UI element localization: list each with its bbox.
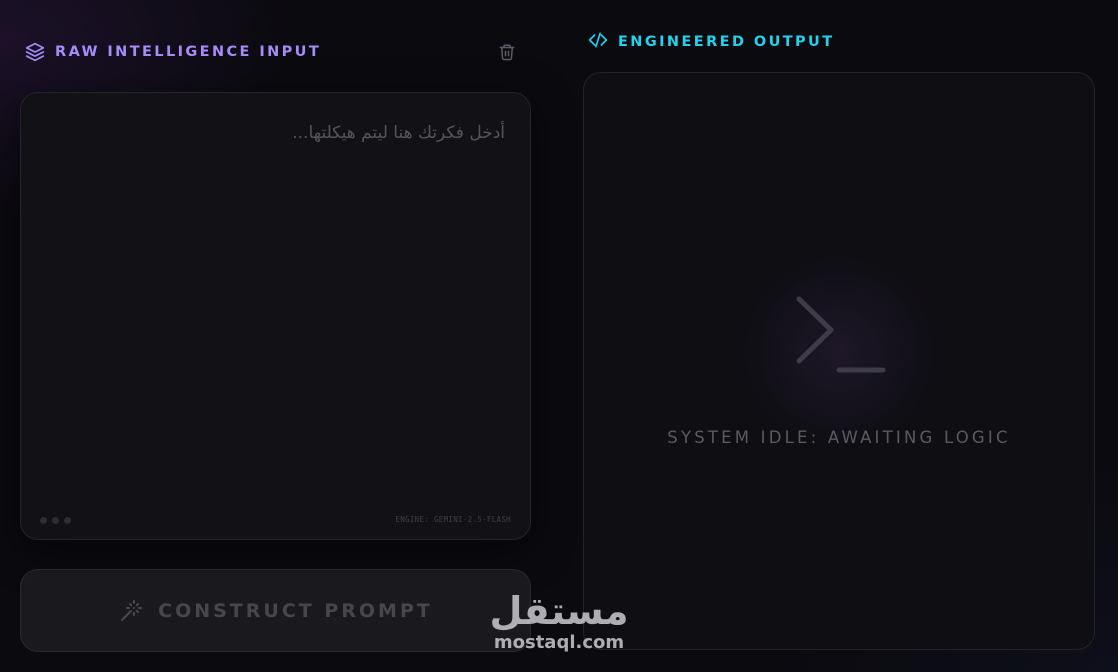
output-panel-title: ENGINEERED OUTPUT bbox=[618, 34, 835, 50]
watermark-arabic: مستقل bbox=[489, 589, 629, 633]
status-dot bbox=[40, 517, 47, 524]
output-status-text: SYSTEM IDLE: AWAITING LOGIC bbox=[667, 428, 1011, 447]
watermark-logo: مستقل mostaql.com bbox=[489, 590, 629, 660]
status-dot bbox=[52, 517, 59, 524]
magic-wand-icon bbox=[118, 598, 144, 624]
watermark-url: mostaql.com bbox=[493, 632, 625, 653]
code-icon bbox=[588, 30, 608, 54]
construct-prompt-button[interactable]: CONSTRUCT PROMPT bbox=[20, 569, 531, 652]
layers-icon bbox=[25, 42, 45, 62]
status-dots bbox=[40, 517, 71, 524]
output-panel-header: ENGINEERED OUTPUT bbox=[588, 31, 835, 53]
input-card: ENGINE: GEMINI-2.5-FLASH bbox=[20, 92, 531, 540]
input-panel-title: RAW INTELLIGENCE INPUT bbox=[55, 44, 322, 60]
idea-input[interactable] bbox=[41, 121, 507, 505]
output-card: SYSTEM IDLE: AWAITING LOGIC bbox=[583, 72, 1095, 650]
construct-prompt-label: CONSTRUCT PROMPT bbox=[158, 599, 433, 622]
engine-label: ENGINE: GEMINI-2.5-FLASH bbox=[395, 515, 511, 524]
trash-icon[interactable] bbox=[496, 41, 518, 63]
status-dot bbox=[64, 517, 71, 524]
terminal-icon bbox=[791, 291, 891, 381]
input-panel-header: RAW INTELLIGENCE INPUT bbox=[25, 40, 520, 64]
